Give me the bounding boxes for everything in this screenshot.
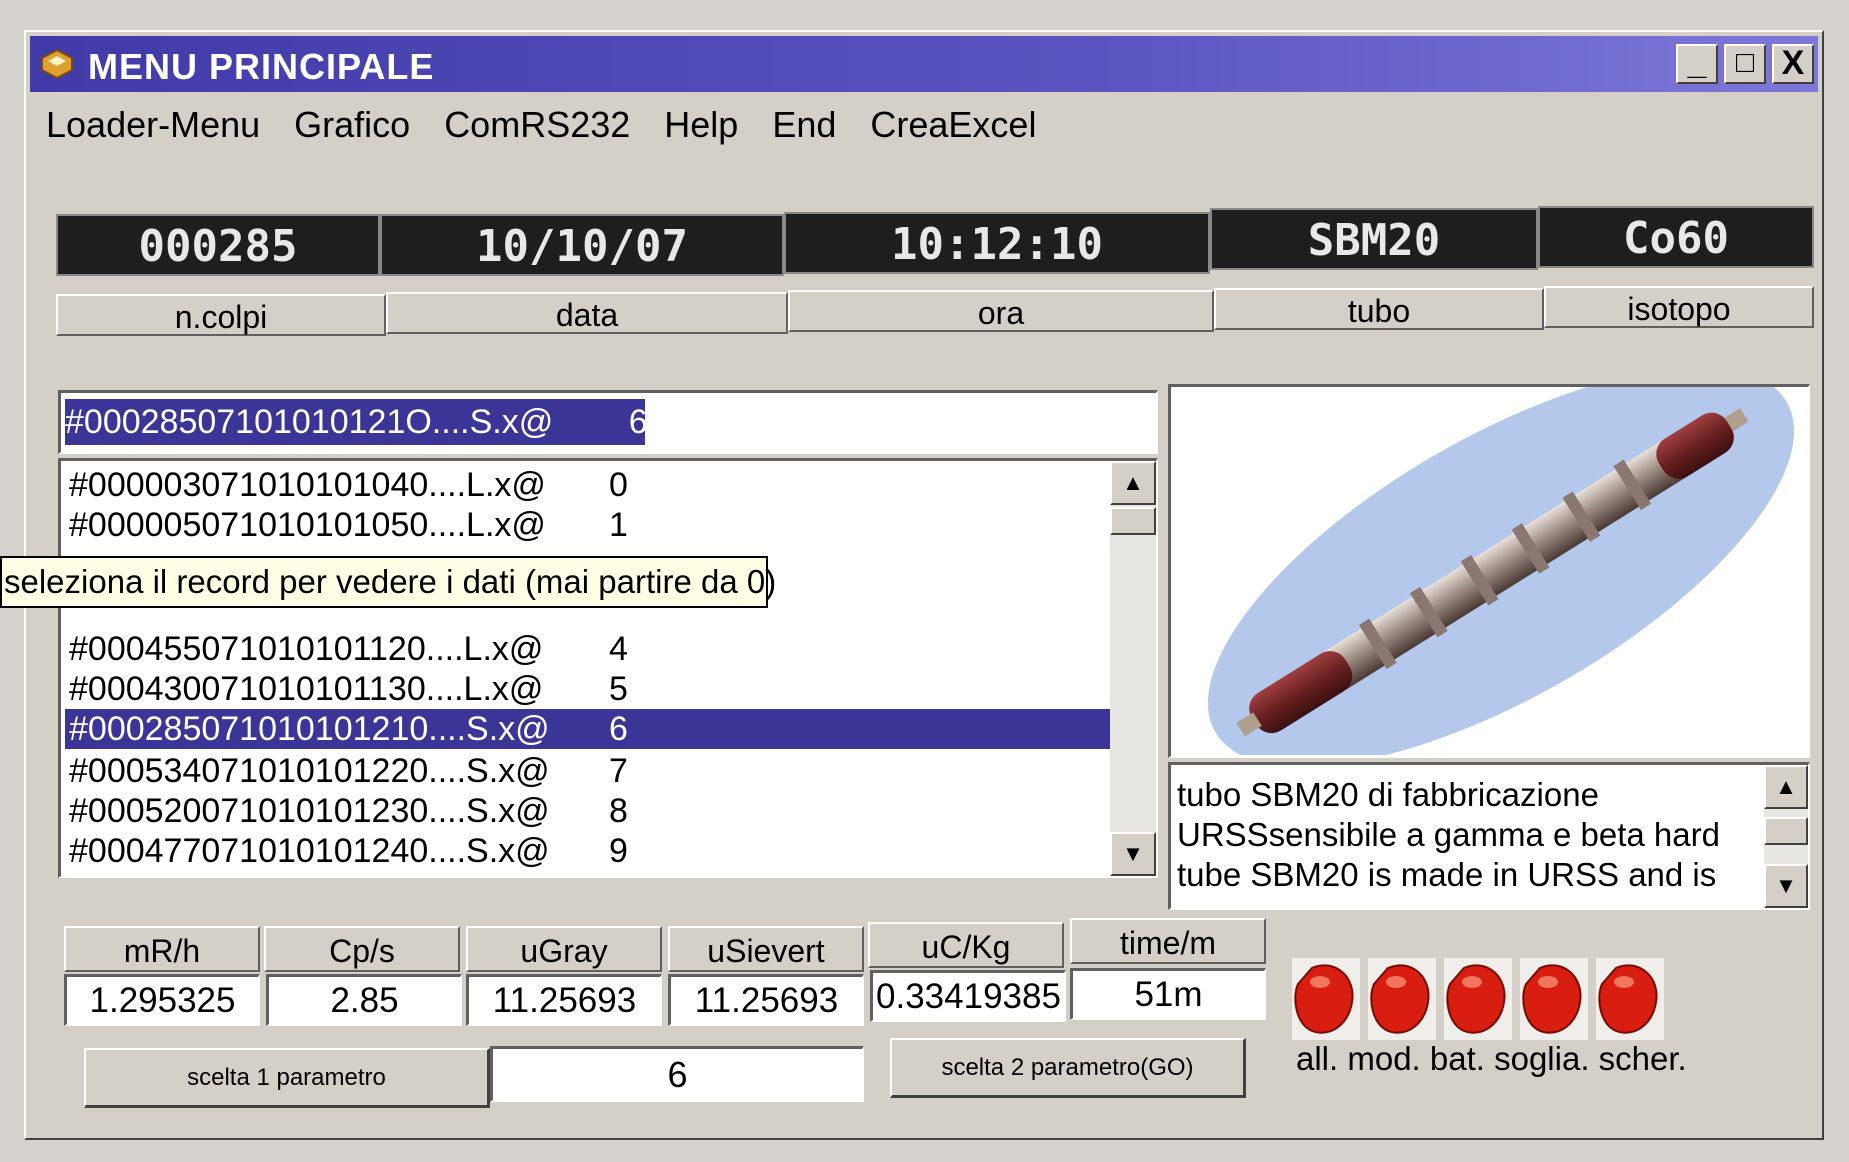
count-label: n.colpi <box>56 294 386 336</box>
battery-led-icon <box>1444 958 1512 1040</box>
param-value-cps: 2.85 <box>266 974 462 1026</box>
choose-param-1-button[interactable]: scelta 1 parametro <box>84 1048 490 1108</box>
list-item[interactable]: #000477071010101240....S.x@ 9 <box>69 831 628 871</box>
scroll-up-arrow-icon[interactable]: ▲ <box>1110 461 1156 505</box>
maximize-button[interactable]: □ <box>1724 44 1766 84</box>
geiger-tube-icon <box>1207 367 1795 767</box>
list-item[interactable]: #000430071010101130....L.x@ 5 <box>69 669 628 709</box>
list-item[interactable]: #000520071010101230....S.x@ 8 <box>69 791 628 831</box>
description-line: URSSsensibile a gamma e beta hard <box>1177 816 1720 853</box>
param-label-mrh: mR/h <box>64 926 260 972</box>
choose-param-2-go-button[interactable]: scelta 2 parametro(GO) <box>890 1038 1246 1098</box>
window-title: MENU PRINCIPALE <box>88 46 435 87</box>
scroll-down-arrow-icon[interactable]: ▼ <box>1110 832 1156 876</box>
param-value-ugray: 11.25693 <box>466 974 662 1026</box>
description-scrollbar[interactable]: ▲ ▼ <box>1764 765 1808 908</box>
menu-end[interactable]: End <box>772 104 836 154</box>
isotope-label: isotopo <box>1544 286 1814 328</box>
tooltip: seleziona il record per vedere i dati (m… <box>0 556 776 608</box>
list-item[interactable]: #000003071010101040....L.x@ 0 <box>69 465 628 505</box>
title-bar[interactable]: MENU PRINCIPALE _ □ X <box>30 36 1818 92</box>
menu-help[interactable]: Help <box>664 104 738 154</box>
tube-label: tubo <box>1214 288 1544 330</box>
param-label-cps: Cp/s <box>264 926 460 972</box>
param-label-usievert: uSievert <box>668 926 864 972</box>
param-value-usievert: 11.25693 <box>668 974 864 1026</box>
description-box[interactable]: tubo SBM20 di fabbricazione URSSsensibil… <box>1168 762 1810 910</box>
list-item[interactable]: #000534071010101220....S.x@ 7 <box>69 751 628 791</box>
selected-record-text: #00028507101010121O....S.x@ 6 <box>65 399 648 445</box>
list-item-selected[interactable]: #000285071010101210....S.x@ 6 <box>65 709 1115 749</box>
time-display: 10:12:10 <box>784 212 1210 274</box>
date-label: data <box>386 292 788 334</box>
param-label-ugray: uGray <box>466 926 662 972</box>
scroll-down-arrow-icon[interactable]: ▼ <box>1764 864 1808 908</box>
minimize-button[interactable]: _ <box>1676 44 1718 84</box>
alarm-led-icon <box>1292 958 1360 1040</box>
list-item[interactable]: #000005071010101050....L.x@ 1 <box>69 505 628 545</box>
scroll-up-arrow-icon[interactable]: ▲ <box>1764 765 1808 809</box>
tube-display: SBM20 <box>1210 208 1538 270</box>
threshold-led-icon <box>1520 958 1588 1040</box>
indicator-labels: all. mod. bat. soglia. scher. <box>1296 1040 1687 1077</box>
description-line: tubo SBM20 di fabbricazione <box>1177 776 1599 813</box>
description-line: tube SBM20 is made in URSS and is <box>1177 856 1717 893</box>
param-number-field[interactable]: 6 <box>490 1046 864 1102</box>
param-value-time: 51m <box>1070 968 1266 1020</box>
time-label: ora <box>788 290 1214 332</box>
tube-image <box>1168 367 1810 767</box>
menu-creaexcel[interactable]: CreaExcel <box>870 104 1036 154</box>
app-icon <box>41 48 73 80</box>
param-label-uckg: uC/Kg <box>868 922 1064 968</box>
selected-record-field[interactable]: #00028507101010121O....S.x@ 6 <box>58 390 1158 454</box>
list-scrollbar[interactable]: ▲ ▼ <box>1110 461 1156 876</box>
menu-grafico[interactable]: Grafico <box>294 104 410 154</box>
list-item[interactable]: #000455071010101120....L.x@ 4 <box>69 629 628 669</box>
count-display: 000285 <box>56 214 380 276</box>
param-label-time: time/m <box>1070 918 1266 964</box>
close-button[interactable]: X <box>1772 44 1814 84</box>
screen-led-icon <box>1596 958 1664 1040</box>
menu-bar: Loader-Menu Grafico ComRS232 Help End Cr… <box>46 104 1036 154</box>
scroll-thumb[interactable] <box>1764 817 1808 845</box>
param-value-mrh: 1.295325 <box>64 974 260 1026</box>
record-list[interactable]: #000003071010101040....L.x@ 0 #0000050710… <box>58 458 1158 878</box>
isotope-display: Co60 <box>1538 206 1814 268</box>
menu-comrs232[interactable]: ComRS232 <box>444 104 630 154</box>
scroll-thumb[interactable] <box>1110 507 1156 535</box>
param-value-uckg: 0.33419385 <box>870 970 1066 1022</box>
menu-loader[interactable]: Loader-Menu <box>46 104 260 154</box>
mode-led-icon <box>1368 958 1436 1040</box>
date-display: 10/10/07 <box>380 214 784 276</box>
